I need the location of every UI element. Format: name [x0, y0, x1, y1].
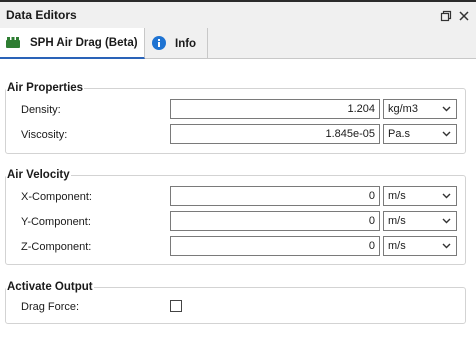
x-component-unit-select[interactable]: m/s [383, 186, 457, 206]
chevron-down-icon [442, 193, 451, 199]
chevron-down-icon [442, 243, 451, 249]
selected-unit: m/s [388, 240, 406, 252]
selected-unit: Pa.s [388, 128, 411, 140]
y-component-unit-select[interactable]: m/s [383, 211, 457, 231]
info-icon [152, 36, 166, 50]
z-component-unit-select[interactable]: m/s [383, 236, 457, 256]
group-title-air-velocity: Air Velocity [6, 169, 71, 181]
tab-bar: SPH Air Drag (Beta) Info [0, 28, 476, 59]
restore-icon[interactable] [440, 10, 452, 22]
drag-force-label: Drag Force: [21, 301, 80, 313]
viscosity-unit-select[interactable]: Pa.s [383, 124, 457, 144]
close-icon[interactable] [458, 10, 470, 22]
chevron-down-icon [442, 218, 451, 224]
tab-sph-air-drag[interactable]: SPH Air Drag (Beta) [0, 28, 145, 59]
sph-plugin-icon [6, 37, 20, 48]
y-component-label: Y-Component: [21, 216, 91, 228]
selected-unit: m/s [388, 215, 406, 227]
air-properties-group [5, 88, 466, 154]
panel-titlebar: Data Editors [0, 0, 476, 28]
density-unit-select[interactable]: kg/m3 [383, 99, 457, 119]
z-component-label: Z-Component: [21, 241, 92, 253]
drag-force-checkbox[interactable] [170, 300, 182, 312]
selected-unit: kg/m3 [388, 103, 418, 115]
density-label: Density: [21, 104, 61, 116]
z-component-input[interactable]: 0 [170, 236, 380, 256]
selected-unit: m/s [388, 190, 406, 202]
viscosity-label: Viscosity: [21, 129, 68, 141]
density-input[interactable]: 1.204 [170, 99, 380, 119]
chevron-down-icon [442, 131, 451, 137]
x-component-label: X-Component: [21, 191, 92, 203]
group-title-air-properties: Air Properties [6, 82, 85, 94]
x-component-input[interactable]: 0 [170, 186, 380, 206]
panel-title: Data Editors [6, 8, 77, 22]
tab-label: Info [175, 37, 197, 50]
viscosity-input[interactable]: 1.845e-05 [170, 124, 380, 144]
y-component-input[interactable]: 0 [170, 211, 380, 231]
chevron-down-icon [442, 106, 451, 112]
group-title-activate-output: Activate Output [6, 281, 94, 293]
tab-label: SPH Air Drag (Beta) [30, 36, 138, 49]
tab-info[interactable]: Info [146, 28, 208, 59]
